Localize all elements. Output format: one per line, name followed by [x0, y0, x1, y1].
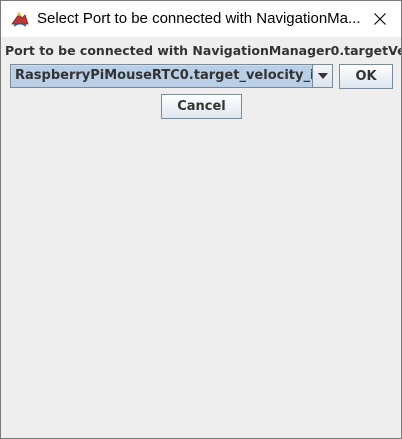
- java-app-icon: [10, 10, 30, 28]
- prompt-label: Port to be connected with NavigationMana…: [5, 43, 401, 58]
- window-title: Select Port to be connected with Navigat…: [37, 10, 361, 27]
- title-bar[interactable]: Select Port to be connected with Navigat…: [1, 1, 401, 37]
- cancel-button[interactable]: Cancel: [161, 94, 242, 119]
- port-dropdown[interactable]: RaspberryPiMouseRTC0.target_velocity_in: [10, 64, 333, 88]
- dropdown-arrow-button[interactable]: [312, 65, 332, 87]
- ok-button[interactable]: OK: [339, 64, 393, 89]
- chevron-down-icon: [318, 73, 328, 79]
- close-icon: [374, 13, 386, 25]
- close-button[interactable]: [358, 1, 401, 37]
- select-port-dialog: Select Port to be connected with Navigat…: [0, 0, 402, 439]
- port-dropdown-value: RaspberryPiMouseRTC0.target_velocity_in: [12, 66, 313, 86]
